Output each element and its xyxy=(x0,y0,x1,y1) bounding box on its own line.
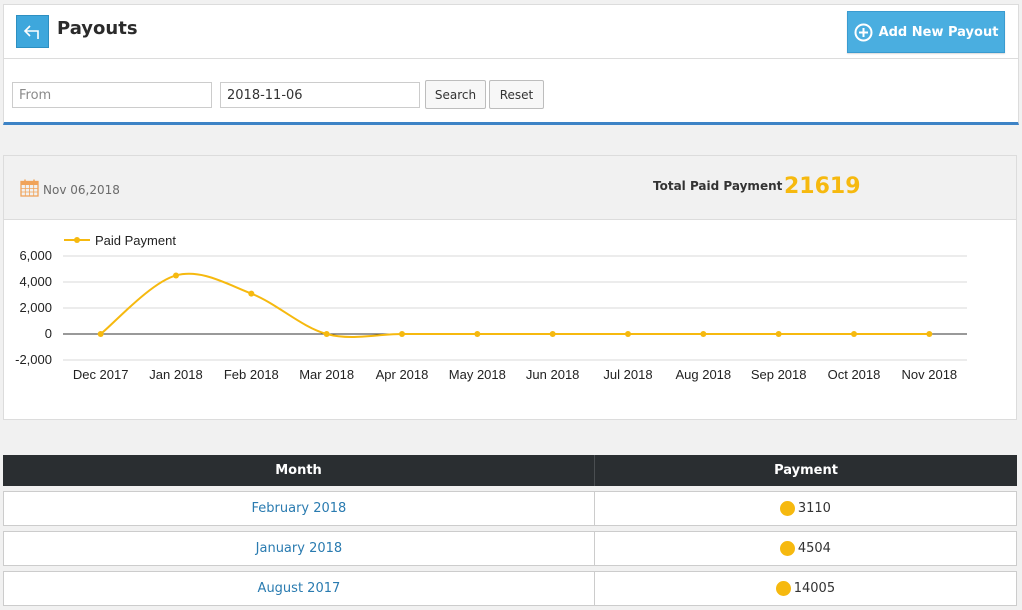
calendar-icon xyxy=(20,179,39,197)
page-title: Payouts xyxy=(57,18,138,39)
legend-label: Paid Payment xyxy=(95,233,176,248)
payouts-table: Month Payment February 2018 3110 January… xyxy=(3,455,1017,606)
x-tick-label: Jul 2018 xyxy=(603,367,652,382)
card-header: Nov 06,2018 Total Paid Payment 21619 xyxy=(4,156,1016,220)
month-cell: August 2017 xyxy=(4,572,595,605)
payment-cell: 4504 xyxy=(595,532,1016,565)
x-tick-label: Aug 2018 xyxy=(675,367,731,382)
data-point xyxy=(248,290,255,297)
data-point xyxy=(399,331,405,337)
payment-amount: 14005 xyxy=(793,581,836,596)
payment-amount: 4504 xyxy=(797,541,831,556)
coin-icon xyxy=(779,541,795,556)
payments-chart-card: Nov 06,2018 Total Paid Payment 21619 6,0… xyxy=(3,155,1017,420)
month-link[interactable]: January 2018 xyxy=(256,541,343,556)
data-point xyxy=(474,331,481,337)
summary-date: Nov 06,2018 xyxy=(43,183,120,197)
payment-column-header: Payment xyxy=(774,463,838,478)
x-tick-label: Jan 2018 xyxy=(149,367,203,382)
from-date-input[interactable] xyxy=(12,82,212,108)
month-cell: January 2018 xyxy=(4,532,595,565)
table-row: January 2018 4504 xyxy=(3,531,1017,566)
x-tick-label: Jun 2018 xyxy=(526,367,580,382)
month-link[interactable]: February 2018 xyxy=(252,501,347,516)
payment-cell: 14005 xyxy=(595,572,1016,605)
data-point xyxy=(173,272,179,279)
search-button[interactable]: Search xyxy=(425,80,486,109)
data-point xyxy=(700,331,707,337)
month-link[interactable]: August 2017 xyxy=(258,581,341,596)
month-column-header: Month xyxy=(3,455,595,486)
payment-cell: 3110 xyxy=(595,492,1016,525)
data-point xyxy=(775,331,782,337)
x-tick-label: Nov 2018 xyxy=(902,367,958,382)
x-tick-label: Oct 2018 xyxy=(828,367,881,382)
y-tick-label: 0 xyxy=(45,326,52,341)
coin-icon xyxy=(775,581,791,596)
filter-bar: Search Reset xyxy=(3,58,1019,125)
table-header: Month Payment xyxy=(3,455,1017,486)
y-tick-label: -2,000 xyxy=(15,352,52,367)
data-point xyxy=(926,331,933,337)
table-row: February 2018 3110 xyxy=(3,491,1017,526)
y-tick-label: 4,000 xyxy=(19,274,52,289)
x-tick-label: Feb 2018 xyxy=(224,367,279,382)
page-header: Payouts Add New Payout xyxy=(3,4,1019,58)
month-cell: February 2018 xyxy=(4,492,595,525)
to-date-input[interactable] xyxy=(220,82,420,108)
table-row: August 2017 14005 xyxy=(3,571,1017,606)
data-point xyxy=(625,331,631,337)
payment-amount: 3110 xyxy=(797,501,831,516)
paid-payment-series-line xyxy=(100,272,930,338)
total-paid-label: Total Paid Payment xyxy=(653,179,783,193)
add-new-payout-label: Add New Payout xyxy=(878,24,999,40)
add-new-payout-button[interactable]: Add New Payout xyxy=(847,11,1005,53)
y-tick-label: 2,000 xyxy=(19,300,52,315)
back-button[interactable] xyxy=(16,15,49,48)
x-tick-label: Mar 2018 xyxy=(299,367,354,382)
data-point xyxy=(323,331,330,337)
y-tick-label: 6,000 xyxy=(19,248,52,263)
reset-button[interactable]: Reset xyxy=(489,80,544,109)
paid-payment-line-chart: 6,000 4,000 2,000 0 -2,000 Dec 2017 Jan 2018 Fe… xyxy=(15,233,967,382)
legend-marker xyxy=(74,237,80,243)
x-tick-label: Sep 2018 xyxy=(751,367,807,382)
x-tick-label: Apr 2018 xyxy=(376,367,429,382)
x-tick-label: Dec 2017 xyxy=(73,367,129,382)
data-point xyxy=(97,331,104,337)
total-paid-value: 21619 xyxy=(784,174,861,199)
data-point xyxy=(851,331,857,337)
x-tick-label: May 2018 xyxy=(449,367,506,382)
plus-circle-icon xyxy=(854,23,873,41)
data-point xyxy=(549,331,556,337)
back-arrow-icon xyxy=(23,24,39,39)
coin-icon xyxy=(779,501,795,516)
